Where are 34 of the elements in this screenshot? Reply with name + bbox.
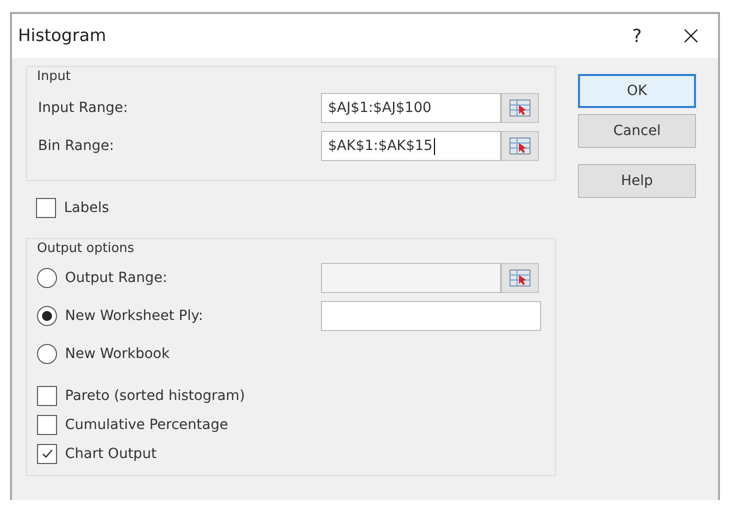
range-select-icon — [509, 99, 531, 117]
range-picker-button[interactable] — [501, 131, 539, 161]
input-field[interactable]: $AK$1:$AK$15 — [321, 131, 501, 161]
dialog-button[interactable]: Help — [578, 164, 696, 198]
dialog-button[interactable]: OK — [578, 74, 696, 108]
dialog-button[interactable]: Cancel — [578, 114, 696, 148]
field-label: Input Range: — [38, 100, 128, 116]
group-title: Input — [37, 69, 71, 84]
checkbox-label: Cumulative Percentage — [65, 416, 228, 432]
checkbox-label: Labels — [64, 200, 110, 216]
radio-label: New Workbook — [65, 346, 170, 362]
input-field[interactable]: $AJ$1:$AJ$100 — [321, 93, 501, 123]
radio-button[interactable] — [37, 306, 57, 326]
help-button[interactable]: ? — [610, 16, 664, 56]
labels-checkbox[interactable] — [36, 198, 56, 218]
group-title: Output options — [37, 241, 134, 256]
radio-label: New Worksheet Ply: — [65, 308, 204, 324]
radio-label: Output Range: — [65, 270, 168, 286]
checkbox[interactable] — [37, 414, 57, 434]
range-picker-button[interactable] — [501, 263, 539, 293]
input-field[interactable] — [321, 301, 541, 331]
check-icon — [40, 447, 54, 460]
window-title: Histogram — [18, 26, 106, 46]
radio-button[interactable] — [37, 344, 57, 364]
checkbox-label: Pareto (sorted histogram) — [65, 388, 245, 404]
radio-button[interactable] — [37, 268, 57, 288]
range-select-icon — [509, 269, 531, 287]
field-label: Bin Range: — [38, 138, 114, 154]
range-picker-button[interactable] — [501, 93, 539, 123]
checkbox[interactable] — [37, 444, 57, 464]
checkbox[interactable] — [37, 386, 57, 406]
range-select-icon — [509, 137, 531, 155]
checkbox-label: Chart Output — [65, 446, 157, 462]
close-button[interactable]: × — [664, 16, 718, 56]
